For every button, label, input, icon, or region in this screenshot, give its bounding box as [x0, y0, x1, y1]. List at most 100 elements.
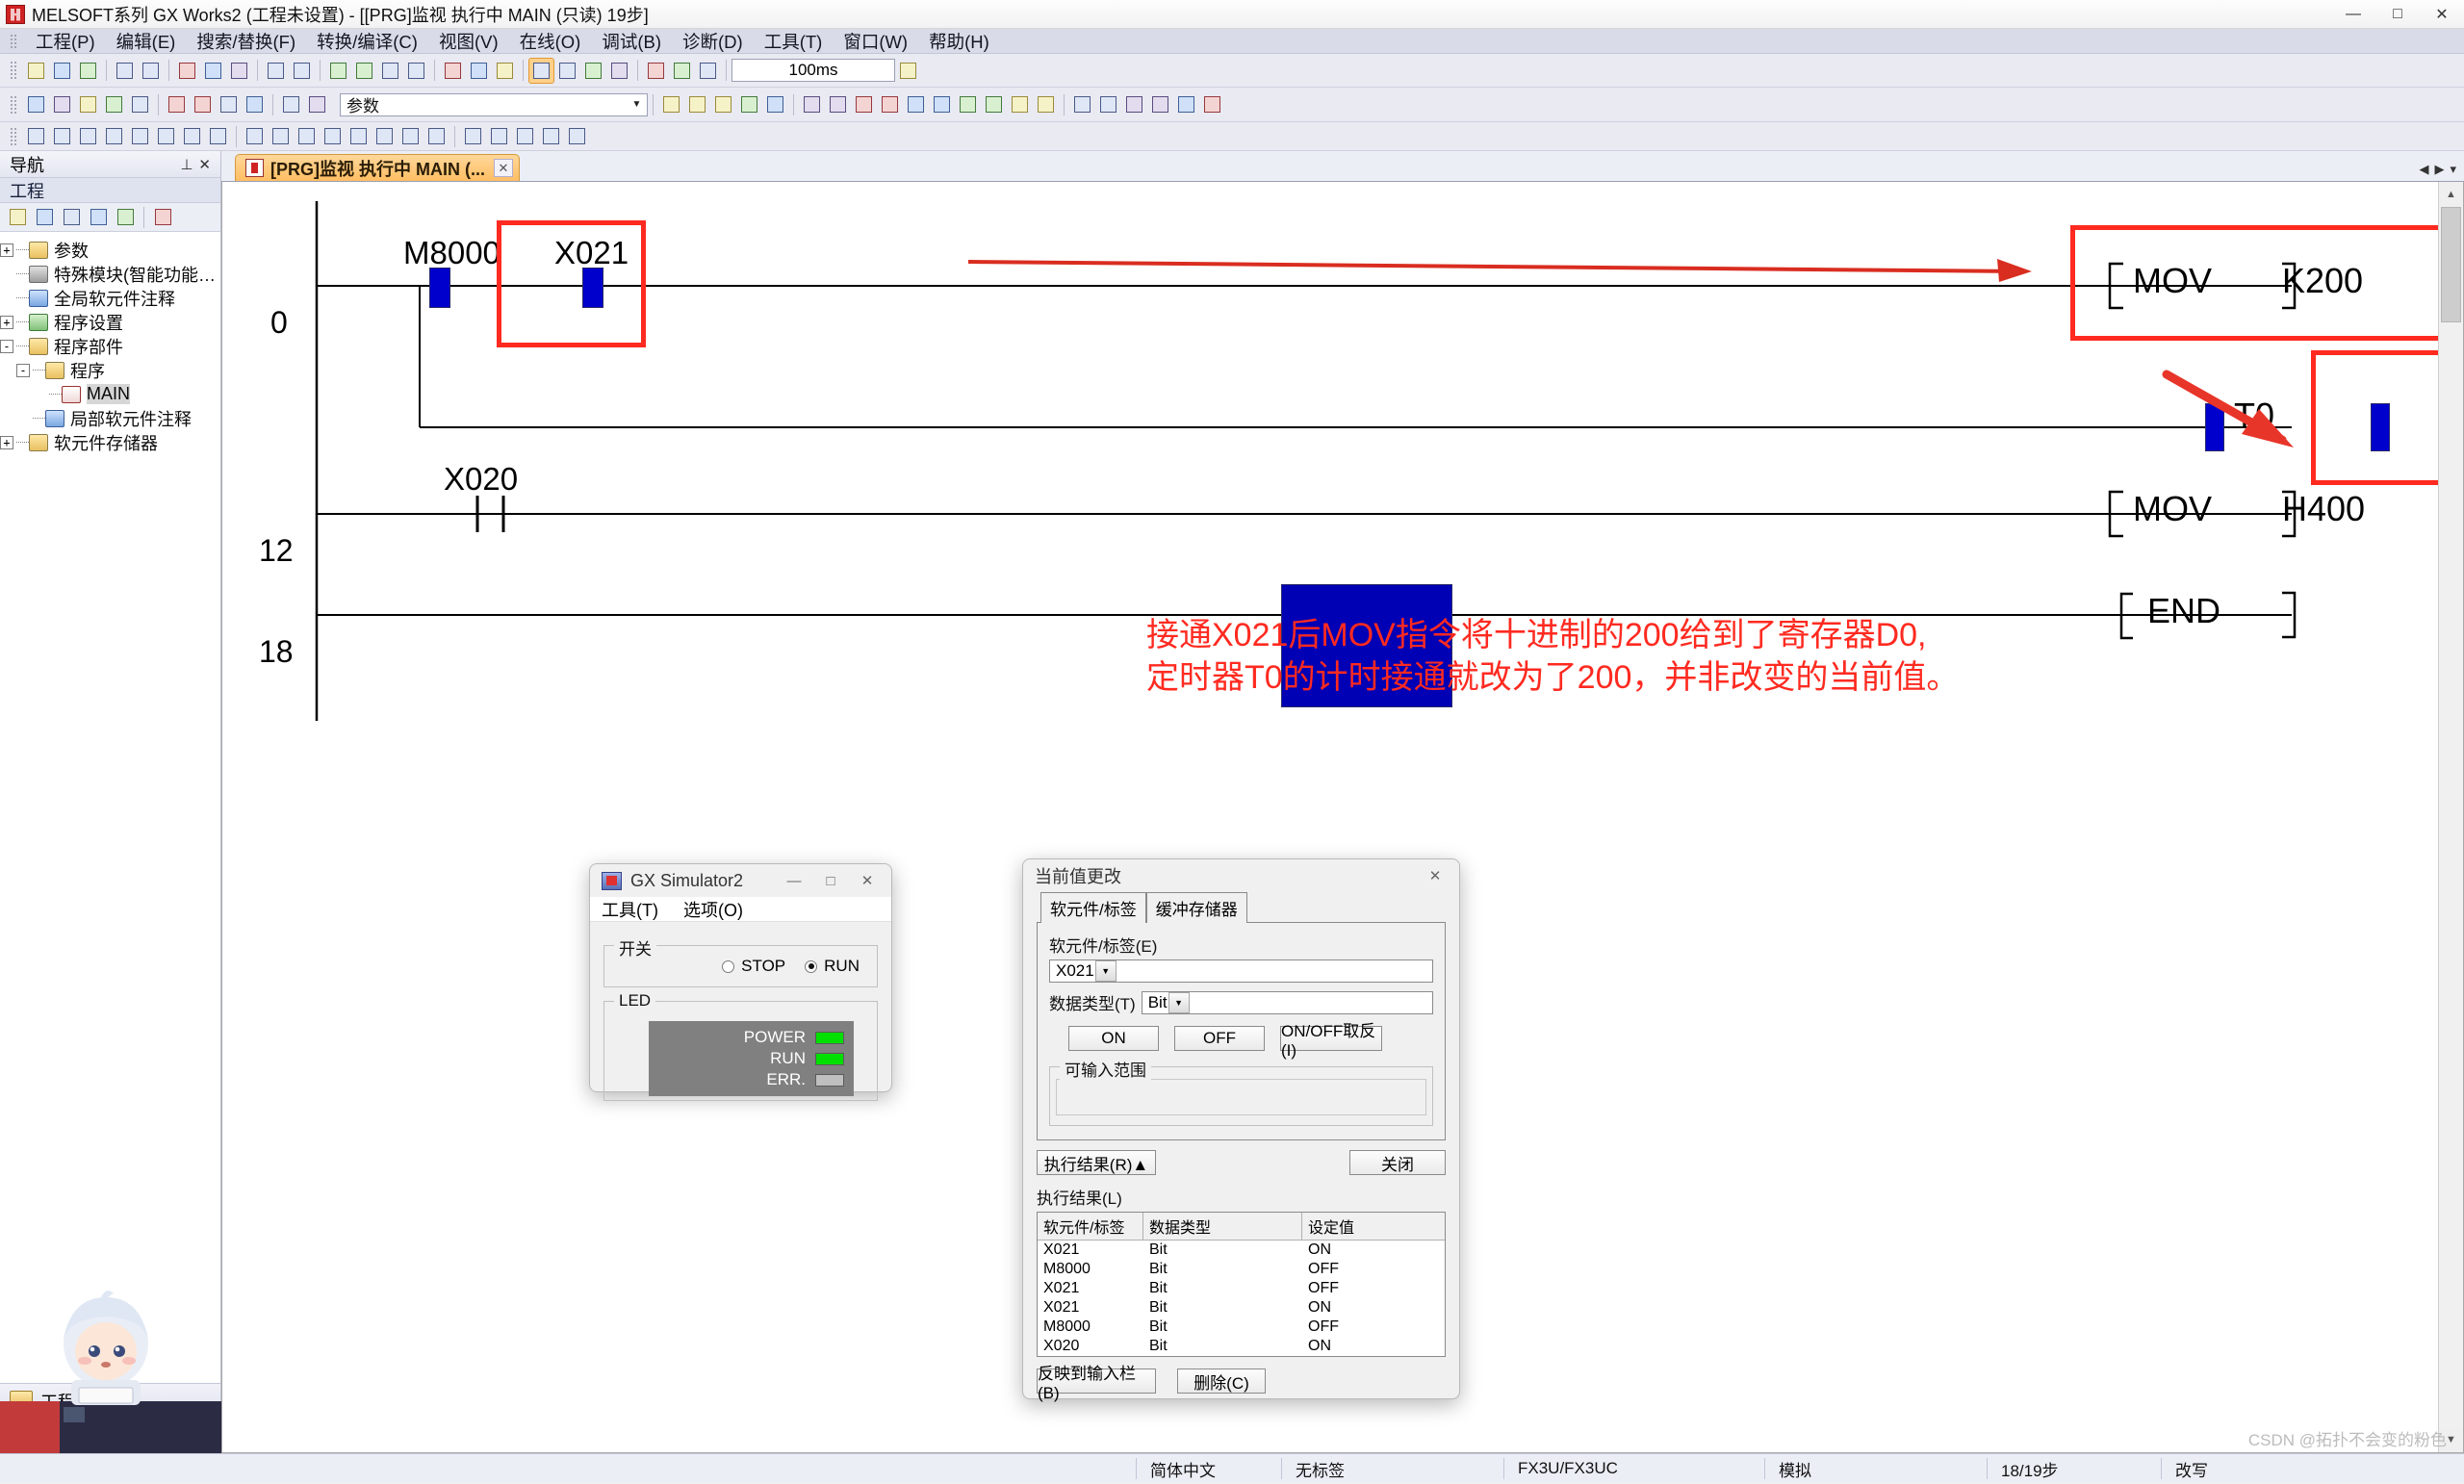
- extra-sym1-button[interactable]: [461, 124, 485, 148]
- nav-button-project[interactable]: 工程: [0, 1384, 220, 1419]
- data-property-button[interactable]: [86, 206, 111, 229]
- new-data-button[interactable]: [5, 206, 30, 229]
- scroll-up-icon[interactable]: ▲: [2439, 182, 2463, 207]
- project-tree[interactable]: +参数特殊模块(智能功能模块)全局软元件注释+程序设置-程序部件-程序MAIN局…: [0, 232, 220, 1383]
- verify-plc-button[interactable]: [493, 59, 517, 83]
- tree-expander-icon[interactable]: +: [0, 436, 13, 449]
- falling-branch-button[interactable]: [372, 124, 397, 148]
- paste-data-button[interactable]: [59, 206, 84, 229]
- device-test-button[interactable]: [607, 59, 631, 83]
- comment-view-button[interactable]: [76, 92, 100, 116]
- monitor-stop-button[interactable]: [555, 59, 579, 83]
- close-icon[interactable]: ✕: [198, 156, 211, 173]
- ans-button[interactable]: [1070, 92, 1094, 116]
- ars-button[interactable]: [1096, 92, 1120, 116]
- menu-item-help[interactable]: 帮助(H): [918, 27, 1000, 56]
- tree-item-程序[interactable]: -程序: [0, 358, 220, 382]
- skip-exec-button[interactable]: [930, 92, 954, 116]
- compile-button[interactable]: [352, 59, 376, 83]
- tree-expander-icon[interactable]: -: [0, 340, 13, 353]
- monitor-start-button[interactable]: [581, 59, 605, 83]
- zoom-in-button[interactable]: [165, 92, 189, 116]
- cross-reference-button[interactable]: [243, 92, 267, 116]
- radio-stop[interactable]: STOP: [722, 957, 785, 976]
- coil-button[interactable]: [180, 124, 204, 148]
- menu-item-tools[interactable]: 工具(T): [754, 27, 834, 56]
- refresh-tree-button[interactable]: [113, 206, 138, 229]
- statement-button[interactable]: [102, 92, 126, 116]
- rising-pulse-button[interactable]: [76, 124, 100, 148]
- scrollbar-thumb[interactable]: [2441, 207, 2461, 322]
- zoom-out-button[interactable]: [191, 92, 215, 116]
- rising-branch-button[interactable]: [346, 124, 371, 148]
- exec-result-row[interactable]: M8000BitOFF: [1038, 1260, 1445, 1279]
- exec-result-row[interactable]: X021BitON: [1038, 1298, 1445, 1318]
- tool-extra1-button[interactable]: [1122, 92, 1146, 116]
- list-view-button[interactable]: [50, 92, 74, 116]
- simulator-menu-tools[interactable]: 工具(T): [602, 897, 658, 922]
- tool-extra3-button[interactable]: [1174, 92, 1198, 116]
- copy-button[interactable]: [201, 59, 225, 83]
- tab-list-icon[interactable]: ▾: [2450, 162, 2456, 177]
- partial-run-button[interactable]: [956, 92, 980, 116]
- tree-item-特殊模块(智能功能模块)[interactable]: 特殊模块(智能功能模块): [0, 262, 220, 286]
- watch-window-button[interactable]: [763, 92, 787, 116]
- undo-button[interactable]: [264, 59, 288, 83]
- redo-button[interactable]: [290, 59, 314, 83]
- menu-item-online[interactable]: 在线(O): [509, 27, 592, 56]
- on-off-toggle-button[interactable]: ON/OFF取反(I): [1280, 1026, 1382, 1051]
- chevron-down-icon[interactable]: ▼: [629, 95, 645, 115]
- delete-button[interactable]: 删除(C): [1177, 1369, 1266, 1394]
- tree-expander-icon[interactable]: +: [0, 316, 13, 329]
- step-run-button[interactable]: [852, 92, 876, 116]
- nav-button-user-library[interactable]: 用户库: [0, 1419, 220, 1453]
- write-plc-button[interactable]: [441, 59, 465, 83]
- tree-item-软元件存储器[interactable]: +软元件存储器: [0, 430, 220, 454]
- replace-button[interactable]: [404, 59, 428, 83]
- clock-setting-button[interactable]: [1008, 92, 1032, 116]
- extra-sym2-button[interactable]: [487, 124, 511, 148]
- tab-scroll-right-icon[interactable]: ▶: [2434, 162, 2444, 177]
- extra-sym4-button[interactable]: [539, 124, 563, 148]
- tool-extra2-button[interactable]: [1148, 92, 1172, 116]
- open-project-button[interactable]: [50, 59, 74, 83]
- toolbar-grip-icon[interactable]: [10, 95, 17, 115]
- extra-sym5-button[interactable]: [565, 124, 589, 148]
- note-button[interactable]: [128, 92, 152, 116]
- simulator-minimize-button[interactable]: —: [776, 866, 812, 895]
- close-dialog-button[interactable]: 关闭: [1349, 1150, 1446, 1175]
- exec-result-row[interactable]: X021BitON: [1038, 1241, 1445, 1260]
- menu-item-project[interactable]: 工程(P): [25, 27, 106, 56]
- device-display-button[interactable]: [217, 92, 241, 116]
- off-button[interactable]: OFF: [1174, 1026, 1265, 1051]
- del-vline-button[interactable]: [321, 124, 345, 148]
- device-batch-button[interactable]: [685, 92, 709, 116]
- sampling-trace-button[interactable]: [800, 92, 824, 116]
- value-dialog-close-button[interactable]: ✕: [1417, 861, 1453, 890]
- stop-button[interactable]: [696, 59, 720, 83]
- menu-item-convert[interactable]: 转换/编译(C): [306, 27, 428, 56]
- tool-extra4-button[interactable]: [1200, 92, 1224, 116]
- close-button[interactable]: ✕: [2420, 0, 2464, 29]
- device-search-combo[interactable]: 参数 ▼: [340, 93, 648, 116]
- exec-result-table[interactable]: 软元件/标签 数据类型 设定值 X021BitONM8000BitOFFX021…: [1037, 1212, 1446, 1357]
- menu-item-view[interactable]: 视图(V): [428, 27, 509, 56]
- tree-item-参数[interactable]: +参数: [0, 238, 220, 262]
- no-contact-button[interactable]: [24, 124, 48, 148]
- buffer-memory-button[interactable]: [737, 92, 761, 116]
- coil-state-left[interactable]: [2205, 403, 2224, 451]
- search-device-button[interactable]: [305, 92, 329, 116]
- vline-button[interactable]: [269, 124, 293, 148]
- tab-main-program[interactable]: [PRG]监视 执行中 MAIN (... ✕: [235, 154, 520, 181]
- on-button[interactable]: ON: [1068, 1026, 1159, 1051]
- tree-item-MAIN[interactable]: MAIN: [0, 382, 220, 406]
- ladder-view-button[interactable]: [24, 92, 48, 116]
- break-point-button[interactable]: [878, 92, 902, 116]
- tab-device-label[interactable]: 软元件/标签: [1040, 892, 1146, 923]
- monitor-mode-button[interactable]: [529, 59, 553, 83]
- simulator-close-button[interactable]: ✕: [849, 866, 886, 895]
- help-button[interactable]: [279, 92, 303, 116]
- convert-button[interactable]: [326, 59, 350, 83]
- parallel-nc-button[interactable]: [154, 124, 178, 148]
- exec-result-row[interactable]: X021BitOFF: [1038, 1279, 1445, 1298]
